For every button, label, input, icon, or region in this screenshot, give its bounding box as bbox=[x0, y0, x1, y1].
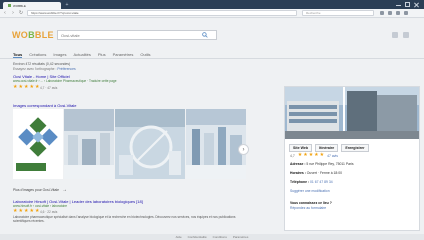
star-icon: ★ bbox=[314, 152, 319, 158]
image-thumbnail[interactable] bbox=[13, 109, 63, 179]
place-photo[interactable] bbox=[285, 87, 419, 139]
arrow-right-icon: → bbox=[62, 187, 68, 193]
minimize-icon[interactable] bbox=[396, 2, 401, 6]
more-images-link[interactable]: Plus d'images pour Ocsi-Vitale → bbox=[13, 187, 67, 193]
tabs-divider bbox=[0, 58, 424, 59]
images-header[interactable]: Images correspondant à Ocsi-Vitale bbox=[13, 103, 77, 108]
star-icon: ★ bbox=[29, 208, 34, 214]
rating-stars: ★ ★ ★ ★ ★ bbox=[13, 85, 39, 90]
star-icon: ★ bbox=[34, 208, 40, 214]
star-icon: ★ bbox=[23, 84, 29, 90]
address-row: Adresse : 5 rue Philippe Rey, 75011 Pari… bbox=[290, 162, 354, 166]
rating-stars: ★ ★ ★ ★ ★ bbox=[13, 209, 39, 214]
result-url[interactable]: www.ocsi-vitale.fr › ... › Laboratoire P… bbox=[13, 79, 116, 83]
knowledge-panel: Site Web Itinéraire Enregistrer 4,7 ★ ★ ★ ★… bbox=[284, 86, 420, 231]
favicon-icon bbox=[8, 4, 11, 7]
place-rating: 4,7 ★ ★ ★ ★ ★ 47 avis bbox=[290, 153, 338, 158]
page-footer: Aide Confidentialité Conditions Paramètr… bbox=[0, 234, 424, 240]
suggestion-link[interactable]: Préférences bbox=[57, 67, 75, 71]
image-thumbnail[interactable] bbox=[64, 109, 114, 179]
directions-button[interactable]: Itinéraire bbox=[315, 144, 339, 152]
spelling-suggestion: Essayez avec l'orthographe : Préférences bbox=[13, 67, 76, 71]
star-icon: ★ bbox=[308, 152, 314, 158]
star-icon: ★ bbox=[13, 84, 18, 90]
download-icon[interactable] bbox=[388, 11, 392, 15]
rating-value: 4,7 bbox=[290, 153, 295, 158]
search-icon bbox=[201, 32, 208, 38]
search-logo[interactable]: WOBBLE bbox=[12, 30, 54, 40]
star-icon: ★ bbox=[303, 152, 308, 158]
browser-tab[interactable]: WOBBLE bbox=[3, 2, 61, 9]
browser-toolbar: ‹ › ↻ https://www.wobble.fr/?q=ocsi-vita… bbox=[0, 9, 424, 18]
star-icon: ★ bbox=[34, 84, 40, 90]
image-strip bbox=[13, 109, 258, 179]
menu-icon[interactable] bbox=[404, 11, 408, 15]
phone-row: Téléphone : 01 67 47 89 34 bbox=[290, 180, 333, 184]
star-icon: ★ bbox=[319, 152, 325, 158]
reload-icon[interactable]: ↻ bbox=[18, 10, 24, 16]
footer-link[interactable]: Paramètres bbox=[233, 235, 249, 239]
chevron-right-icon[interactable]: › bbox=[238, 144, 249, 155]
footer-link[interactable]: Aide bbox=[176, 235, 182, 239]
account-icon[interactable] bbox=[403, 32, 409, 38]
maximize-icon[interactable] bbox=[405, 2, 410, 7]
star-icon: ★ bbox=[18, 208, 23, 214]
bookmark-icon[interactable] bbox=[380, 11, 384, 15]
search-results-page: WOBBLE Ocsi-vitale Tous Créations Images… bbox=[0, 19, 424, 234]
review-count: 4,7 · 47 avis bbox=[40, 86, 58, 90]
back-icon[interactable]: ‹ bbox=[2, 10, 8, 16]
tab-title: WOBBLE bbox=[13, 3, 26, 8]
suggest-edit-link[interactable]: Suggérer une modification bbox=[290, 189, 330, 193]
forward-icon[interactable]: › bbox=[10, 10, 16, 16]
know-place-label: Vous connaissez ce lieu ? bbox=[290, 201, 332, 205]
website-button[interactable]: Site Web bbox=[289, 144, 313, 152]
result-count: Environ 472 résultats (0,42 secondes) bbox=[13, 62, 71, 66]
home-icon[interactable] bbox=[396, 11, 400, 15]
star-icon: ★ bbox=[23, 208, 29, 214]
star-icon: ★ bbox=[29, 84, 34, 90]
new-tab-button[interactable]: + bbox=[63, 3, 71, 8]
browser-tab-bar: WOBBLE + bbox=[0, 0, 424, 9]
image-thumbnail[interactable] bbox=[186, 109, 246, 179]
review-count: 4,6 · 22 avis bbox=[40, 210, 58, 214]
hours-row: Horaires : Ouvert · Ferme à 18:00 bbox=[290, 171, 343, 175]
image-thumbnail[interactable] bbox=[115, 109, 185, 179]
address-bar[interactable]: https://www.wobble.fr/?q=ocsi-vitale bbox=[27, 10, 297, 16]
footer-link[interactable]: Conditions bbox=[213, 235, 227, 239]
result-snippet: Laboratoire pharmaceutique spécialisé da… bbox=[13, 215, 236, 224]
browser-search-field[interactable]: Recherche bbox=[302, 10, 374, 16]
search-button[interactable] bbox=[193, 30, 217, 40]
footer-link[interactable]: Confidentialité bbox=[188, 235, 207, 239]
save-button[interactable]: Enregistrer bbox=[341, 144, 369, 152]
star-icon: ★ bbox=[297, 152, 303, 158]
reviews-link[interactable]: 47 avis bbox=[327, 154, 338, 158]
close-icon[interactable] bbox=[414, 2, 419, 7]
star-icon: ★ bbox=[18, 84, 23, 90]
star-icon: ★ bbox=[13, 208, 18, 214]
form-link[interactable]: Répondez au formulaire bbox=[290, 206, 326, 210]
apps-icon[interactable] bbox=[392, 32, 398, 38]
